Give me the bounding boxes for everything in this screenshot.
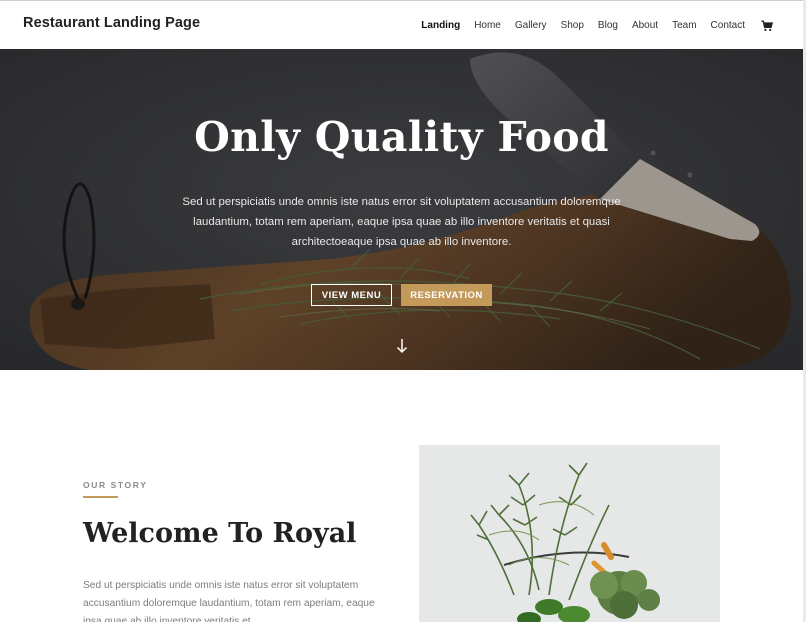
- story-divider: [83, 496, 118, 498]
- hero-section: Only Quality Food Sed ut perspiciatis un…: [0, 49, 803, 370]
- nav-item-blog[interactable]: Blog: [598, 20, 618, 31]
- site-header: Restaurant Landing Page Landing Home Gal…: [0, 1, 803, 49]
- hero-buttons: VIEW MENU RESERVATION: [0, 284, 803, 306]
- nav-item-home[interactable]: Home: [474, 20, 501, 31]
- site-brand[interactable]: Restaurant Landing Page: [23, 15, 200, 31]
- story-title: Welcome To Royal: [83, 518, 357, 549]
- story-eyebrow: OUR STORY: [83, 480, 148, 490]
- vegetables-image: [419, 445, 720, 622]
- nav-item-landing[interactable]: Landing: [421, 20, 460, 31]
- nav-item-shop[interactable]: Shop: [561, 20, 584, 31]
- cart-icon[interactable]: [761, 19, 774, 31]
- page: Restaurant Landing Page Landing Home Gal…: [0, 0, 806, 622]
- nav-item-gallery[interactable]: Gallery: [515, 20, 547, 31]
- nav-item-contact[interactable]: Contact: [711, 20, 745, 31]
- main-navigation: Landing Home Gallery Shop Blog About Tea…: [421, 19, 774, 31]
- story-text: Sed ut perspiciatis unde omnis iste natu…: [83, 580, 375, 622]
- hero-title: Only Quality Food: [194, 113, 609, 161]
- view-menu-button[interactable]: VIEW MENU: [311, 284, 392, 306]
- hero-description: Sed ut perspiciatis unde omnis iste natu…: [182, 196, 621, 248]
- arrow-down-icon[interactable]: [392, 336, 412, 356]
- nav-item-about[interactable]: About: [632, 20, 658, 31]
- reservation-button[interactable]: RESERVATION: [401, 284, 492, 306]
- nav-item-team[interactable]: Team: [672, 20, 696, 31]
